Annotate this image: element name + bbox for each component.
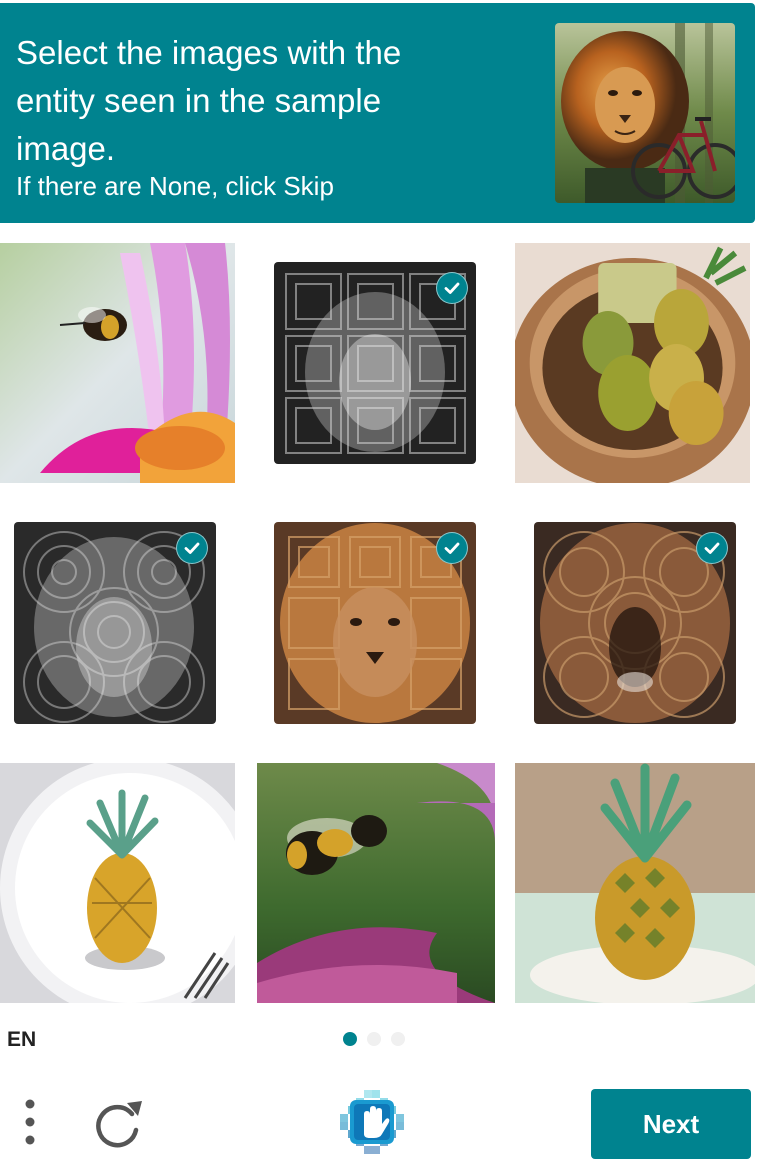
- page-dot-2: [367, 1032, 381, 1046]
- tile-3[interactable]: [515, 243, 750, 483]
- check-icon: [436, 272, 468, 304]
- challenge-prompt: Select the images with the entity seen i…: [16, 34, 402, 167]
- check-icon: [436, 532, 468, 564]
- tile-6[interactable]: [534, 522, 736, 724]
- language-selector[interactable]: EN: [7, 1028, 36, 1052]
- check-icon: [696, 532, 728, 564]
- page-dot-1: [343, 1032, 357, 1046]
- tile-8[interactable]: [257, 763, 495, 1003]
- tile-7[interactable]: [0, 763, 235, 1003]
- challenge-subprompt: If there are None, click Skip: [16, 171, 334, 201]
- tile-9[interactable]: [515, 763, 755, 1003]
- next-button[interactable]: Next: [591, 1089, 751, 1159]
- tile-5[interactable]: [274, 522, 476, 724]
- page-indicator: [343, 1032, 405, 1046]
- sample-image: [555, 23, 735, 203]
- captcha-challenge: Select the images with the entity seen i…: [0, 0, 764, 1170]
- challenge-header: Select the images with the entity seen i…: [0, 3, 755, 223]
- tile-2[interactable]: [274, 262, 476, 464]
- check-icon: [176, 532, 208, 564]
- page-dot-3: [391, 1032, 405, 1046]
- tile-1[interactable]: [0, 243, 235, 483]
- menu-button[interactable]: [14, 1096, 46, 1148]
- refresh-icon: [96, 1101, 142, 1148]
- refresh-button[interactable]: [94, 1097, 144, 1151]
- tile-4[interactable]: [14, 522, 216, 724]
- hcaptcha-logo-icon: [340, 1090, 408, 1158]
- more-vertical-icon: [25, 1099, 35, 1145]
